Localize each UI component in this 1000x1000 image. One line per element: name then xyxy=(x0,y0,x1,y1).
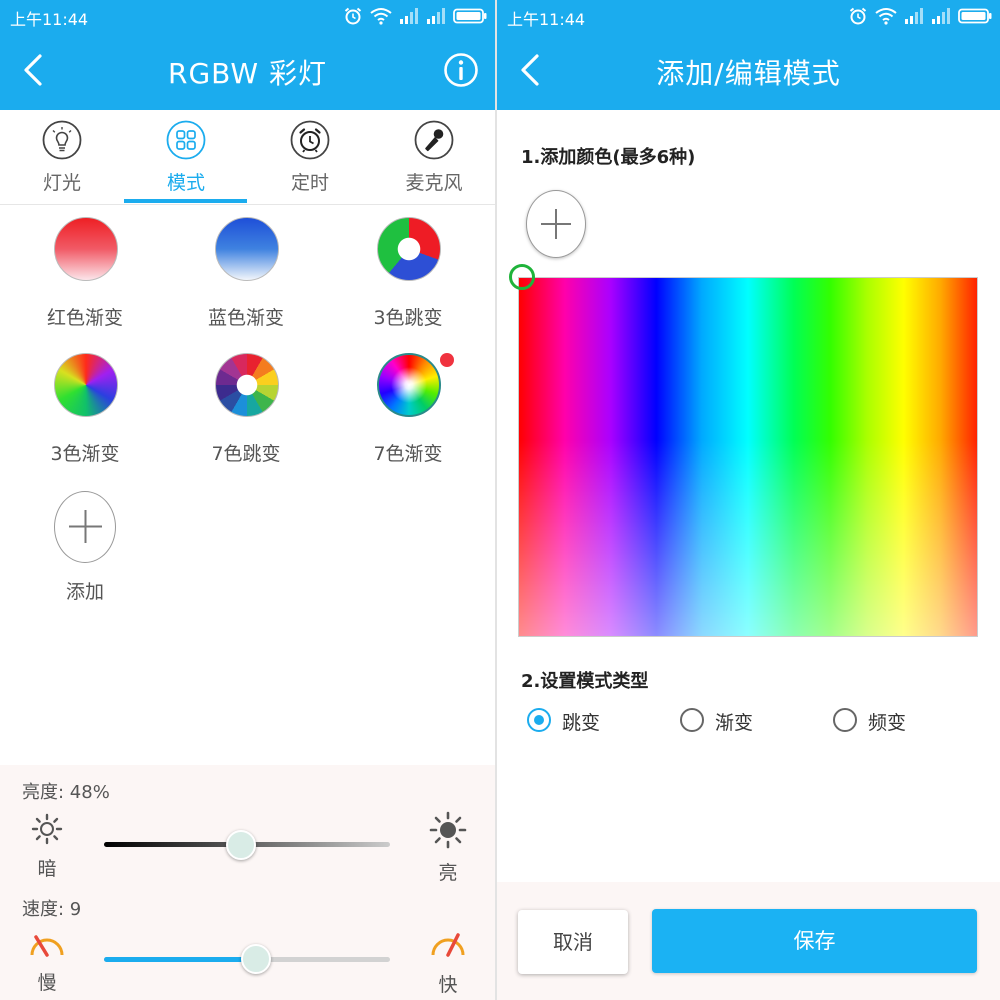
info-button[interactable] xyxy=(443,52,479,88)
red-gradient-icon xyxy=(54,217,118,281)
mode-label: 添加 xyxy=(65,581,104,603)
page-title: RGBW 彩灯 xyxy=(168,57,327,90)
grid-icon xyxy=(166,120,206,160)
tab-label: 麦克风 xyxy=(405,172,463,194)
tab-microphone[interactable]: 麦克风 xyxy=(372,110,495,204)
mode-grid: 红色渐变 蓝色渐变 3色跳变 3色渐变 7色跳变 7色渐变 添加 xyxy=(0,205,495,765)
mode-label: 7色渐变 xyxy=(373,443,443,465)
brightness-min-label: 暗 xyxy=(37,858,57,880)
alarm-icon xyxy=(849,7,867,25)
three-color-gradient-icon xyxy=(54,353,118,417)
fast-gauge-icon xyxy=(431,933,465,957)
mode-three-color-gradient[interactable]: 3色渐变 xyxy=(5,341,165,467)
add-color-title: 1.添加颜色(最多6种) xyxy=(521,147,696,168)
alarm-icon xyxy=(344,7,362,25)
edit-mode-form: 1.添加颜色(最多6种) 2.设置模式类型 跳变 渐变 频变 xyxy=(497,110,1000,882)
status-bar: 上午11:44 xyxy=(0,0,495,32)
radio-label: 渐变 xyxy=(715,712,754,734)
mode-label: 蓝色渐变 xyxy=(207,307,284,329)
speed-slider-fill xyxy=(104,957,256,962)
seven-color-jump-icon xyxy=(215,353,279,417)
tab-label: 定时 xyxy=(290,172,329,194)
status-bar: 上午11:44 xyxy=(497,0,1000,32)
tab-label: 模式 xyxy=(166,172,205,194)
footer-actions: 取消 保存 xyxy=(497,882,1000,1000)
wifi-icon xyxy=(875,8,897,25)
mode-red-gradient[interactable]: 红色渐变 xyxy=(5,205,165,331)
status-icons xyxy=(848,6,992,26)
speed-max-label: 快 xyxy=(438,974,458,996)
color-picker[interactable] xyxy=(509,264,978,637)
right-screen: 上午11:44 添加/编辑模式 1.添加颜色(最多6种) 2.设置模式类型 跳变 xyxy=(497,0,1000,1000)
radio-gradient[interactable]: 渐变 xyxy=(680,706,770,736)
active-tab-indicator xyxy=(124,199,247,203)
tab-label: 灯光 xyxy=(42,172,81,194)
speed-min-label: 慢 xyxy=(37,972,57,994)
bulb-icon xyxy=(42,120,82,160)
speed-slider-thumb[interactable] xyxy=(240,944,271,974)
brightness-label: 亮度: 48% xyxy=(22,782,110,803)
brightness-max-label: 亮 xyxy=(438,862,458,884)
plus-icon xyxy=(54,491,116,563)
app-bar: RGBW 彩灯 xyxy=(0,32,495,110)
save-button[interactable]: 保存 xyxy=(652,909,977,973)
tab-timer[interactable]: 定时 xyxy=(248,110,372,204)
seven-color-gradient-icon xyxy=(377,353,441,417)
tab-bar: 灯光 模式 定时 麦克风 xyxy=(0,110,495,205)
radio-dot xyxy=(534,715,544,725)
signal-icon xyxy=(400,8,418,24)
mode-label: 7色跳变 xyxy=(211,443,281,465)
mode-blue-gradient[interactable]: 蓝色渐变 xyxy=(166,205,326,331)
battery-icon xyxy=(958,8,992,24)
mode-seven-color-gradient[interactable]: 7色渐变 xyxy=(328,341,488,467)
radio-label: 频变 xyxy=(868,712,907,734)
mode-three-color-jump[interactable]: 3色跳变 xyxy=(328,205,488,331)
tab-mode[interactable]: 模式 xyxy=(124,110,248,204)
radio-jump[interactable]: 跳变 xyxy=(527,706,617,736)
dim-sun-icon xyxy=(31,813,63,845)
radio-label: 跳变 xyxy=(562,712,601,734)
control-panel: 亮度: 48% 暗 亮 速度: 9 慢 快 xyxy=(0,765,495,1000)
add-color-button[interactable] xyxy=(526,190,586,258)
speed-label: 速度: 9 xyxy=(22,899,82,920)
radio-circle xyxy=(680,708,704,732)
info-icon xyxy=(444,53,478,87)
radio-circle xyxy=(833,708,857,732)
signal-icon xyxy=(427,8,445,24)
mode-label: 红色渐变 xyxy=(46,307,123,329)
status-icons xyxy=(343,6,487,26)
microphone-icon xyxy=(414,120,454,160)
wifi-icon xyxy=(370,8,392,25)
mode-add[interactable]: 添加 xyxy=(5,477,165,603)
signal-icon xyxy=(905,8,923,24)
page-title: 添加/编辑模式 xyxy=(656,57,841,90)
mode-type-title: 2.设置模式类型 xyxy=(521,671,649,692)
bright-sun-icon xyxy=(429,811,467,849)
three-color-jump-icon xyxy=(377,217,441,281)
cancel-button[interactable]: 取消 xyxy=(518,910,628,974)
app-bar: 添加/编辑模式 xyxy=(497,32,1000,110)
color-picker-handle[interactable] xyxy=(509,264,535,290)
left-screen: 上午11:44 RGBW 彩灯 灯光 模式 定时 麦克风 红色渐变 蓝色渐变 3… xyxy=(0,0,495,1000)
status-time: 上午11:44 xyxy=(10,10,89,29)
battery-icon xyxy=(453,8,487,24)
radio-frequency[interactable]: 频变 xyxy=(833,706,923,736)
blue-gradient-icon xyxy=(215,217,279,281)
signal-icon xyxy=(932,8,950,24)
mode-seven-color-jump[interactable]: 7色跳变 xyxy=(166,341,326,467)
tab-light[interactable]: 灯光 xyxy=(0,110,124,204)
mode-label: 3色渐变 xyxy=(50,443,120,465)
slow-gauge-icon xyxy=(30,935,64,957)
radio-circle xyxy=(527,708,551,732)
mode-label: 3色跳变 xyxy=(373,307,443,329)
brightness-slider-thumb[interactable] xyxy=(226,830,257,860)
plus-icon xyxy=(541,209,571,239)
status-time: 上午11:44 xyxy=(507,10,586,29)
alarm-clock-icon xyxy=(290,120,330,160)
new-badge xyxy=(440,353,454,367)
